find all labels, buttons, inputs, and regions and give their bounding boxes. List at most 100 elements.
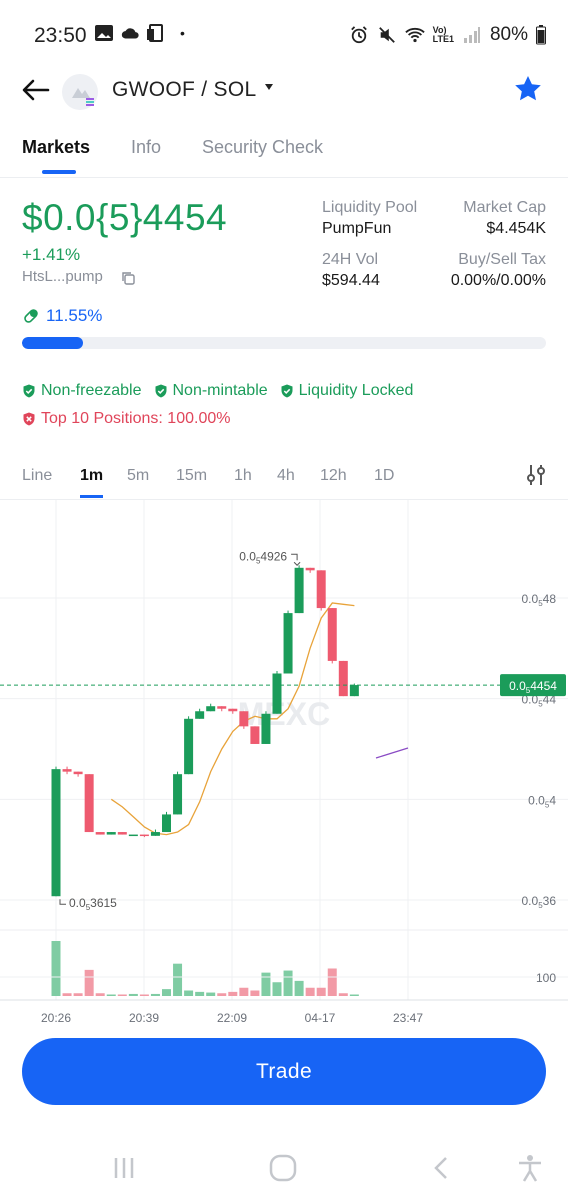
- interval-active-indicator: [80, 495, 103, 498]
- bonding-progress-fill: [22, 337, 83, 349]
- tab-security-check[interactable]: Security Check: [202, 137, 323, 158]
- volume-tick-label: 100: [536, 971, 556, 985]
- token-address: HtsL...pump: [22, 268, 103, 285]
- current-price-tag-label: 0.054454: [509, 679, 557, 695]
- cloud-icon: [121, 28, 139, 39]
- interval-line[interactable]: Line: [22, 467, 52, 485]
- volume-bar: [272, 982, 282, 996]
- candle-body: [184, 718, 194, 775]
- current-price: $0.0{5}4454: [22, 197, 228, 238]
- status-bar: 23:50 • Vo) LTE1 80%: [0, 0, 568, 70]
- device-icon: [147, 24, 163, 42]
- volume-bar: [316, 987, 326, 996]
- image-icon: [95, 25, 113, 41]
- candle-body: [150, 832, 160, 836]
- bonding-progress-percent: 11.55%: [46, 306, 103, 325]
- status-time: 23:50: [34, 24, 87, 47]
- shield-x-icon: [23, 412, 35, 426]
- x-tick-label: 22:09: [217, 1011, 247, 1025]
- pair-title[interactable]: GWOOF / SOL: [112, 78, 256, 102]
- accessibility-icon[interactable]: [514, 1152, 546, 1184]
- signal-icon: [463, 27, 480, 43]
- shield-check-icon: [155, 384, 166, 398]
- tab-info[interactable]: Info: [131, 137, 161, 158]
- candle-body: [106, 832, 116, 835]
- y-tick-label: 0.054: [528, 793, 556, 809]
- candle-body: [272, 673, 282, 714]
- candle-body: [327, 608, 337, 661]
- chart-settings-icon[interactable]: [526, 463, 546, 487]
- status-system-icons: Vo) LTE1 80%: [349, 24, 546, 46]
- candle-body: [162, 814, 171, 833]
- tab-active-indicator: [42, 170, 76, 174]
- volume-bar: [195, 991, 205, 996]
- market-cap-label: Market Cap: [463, 199, 546, 216]
- volume-bar: [283, 970, 293, 996]
- candle-body: [51, 769, 61, 897]
- candlestick-chart[interactable]: MEXC0.05480.05440.0540.05361000.0544540.…: [0, 500, 568, 1030]
- badge-non-mintable: Non-mintable: [154, 382, 268, 400]
- chart-interval-tabs: Line 1m 5m 15m 1h 4h 12h 1D: [0, 455, 568, 500]
- candle-body: [62, 769, 72, 772]
- volume-bar: [150, 993, 160, 996]
- interval-1m[interactable]: 1m: [80, 467, 103, 485]
- network-label: Vo) LTE1: [433, 26, 454, 44]
- volume-bar: [327, 968, 337, 996]
- badge-liquidity-locked-label: Liquidity Locked: [298, 382, 414, 399]
- badge-liquidity-locked: Liquidity Locked: [280, 382, 414, 400]
- pill-icon: [24, 309, 38, 323]
- home-icon[interactable]: [267, 1152, 299, 1184]
- interval-15m[interactable]: 15m: [176, 467, 207, 485]
- copy-icon[interactable]: [121, 271, 135, 285]
- wifi-icon: [404, 27, 425, 43]
- interval-12h[interactable]: 12h: [320, 467, 347, 485]
- candle-body: [73, 771, 83, 775]
- tab-markets[interactable]: Markets: [22, 137, 90, 158]
- interval-4h[interactable]: 4h: [277, 467, 295, 485]
- back-nav-icon[interactable]: [426, 1152, 458, 1184]
- back-arrow-icon[interactable]: [20, 74, 52, 106]
- volume-bar: [305, 987, 315, 996]
- status-dot: •: [180, 25, 185, 41]
- candle-body: [217, 706, 227, 709]
- volume-bar: [250, 990, 260, 996]
- interval-1d[interactable]: 1D: [374, 467, 394, 485]
- badge-non-mintable-label: Non-mintable: [172, 382, 268, 399]
- candle-body: [316, 570, 326, 609]
- candle-body: [128, 834, 138, 837]
- recent-apps-icon[interactable]: [108, 1152, 140, 1184]
- volume-bar: [173, 963, 183, 996]
- volume-bar: [139, 994, 149, 996]
- badge-non-freezable: Non-freezable: [22, 382, 142, 400]
- candle-body: [206, 706, 216, 712]
- volume-bar: [338, 993, 348, 996]
- candle-body: [95, 832, 105, 835]
- favorite-star-icon[interactable]: [512, 73, 544, 105]
- volume-bar: [84, 969, 94, 996]
- candle-body: [84, 774, 94, 833]
- badge-non-freezable-label: Non-freezable: [41, 382, 142, 399]
- token-logo-glyph: [72, 88, 94, 106]
- volume-bar: [206, 992, 216, 996]
- y-tick-label: 0.0536: [522, 894, 557, 910]
- ma2-line: [375, 747, 409, 759]
- bonding-progress-track: [22, 337, 546, 349]
- system-nav-bar: [0, 1140, 568, 1200]
- trade-button[interactable]: Trade: [22, 1038, 546, 1105]
- volume-bar: [217, 993, 227, 996]
- price-change: +1.41%: [22, 245, 81, 264]
- candle-body: [250, 726, 260, 744]
- candle-body: [195, 711, 205, 719]
- security-warnings: Top 10 Positions: 100.00%: [22, 410, 230, 428]
- y-tick-label: 0.0548: [522, 592, 557, 608]
- volume-bar: [62, 993, 72, 996]
- page-tabs: Markets Info Security Check: [0, 132, 568, 178]
- interval-1h[interactable]: 1h: [234, 467, 252, 485]
- x-tick-label: 20:26: [41, 1011, 71, 1025]
- volume-bar: [228, 991, 238, 996]
- x-tick-label: 04-17: [305, 1011, 336, 1025]
- interval-5m[interactable]: 5m: [127, 467, 149, 485]
- pair-dropdown-icon[interactable]: [265, 84, 273, 90]
- x-tick-label: 20:39: [129, 1011, 159, 1025]
- volume-bar: [106, 994, 116, 996]
